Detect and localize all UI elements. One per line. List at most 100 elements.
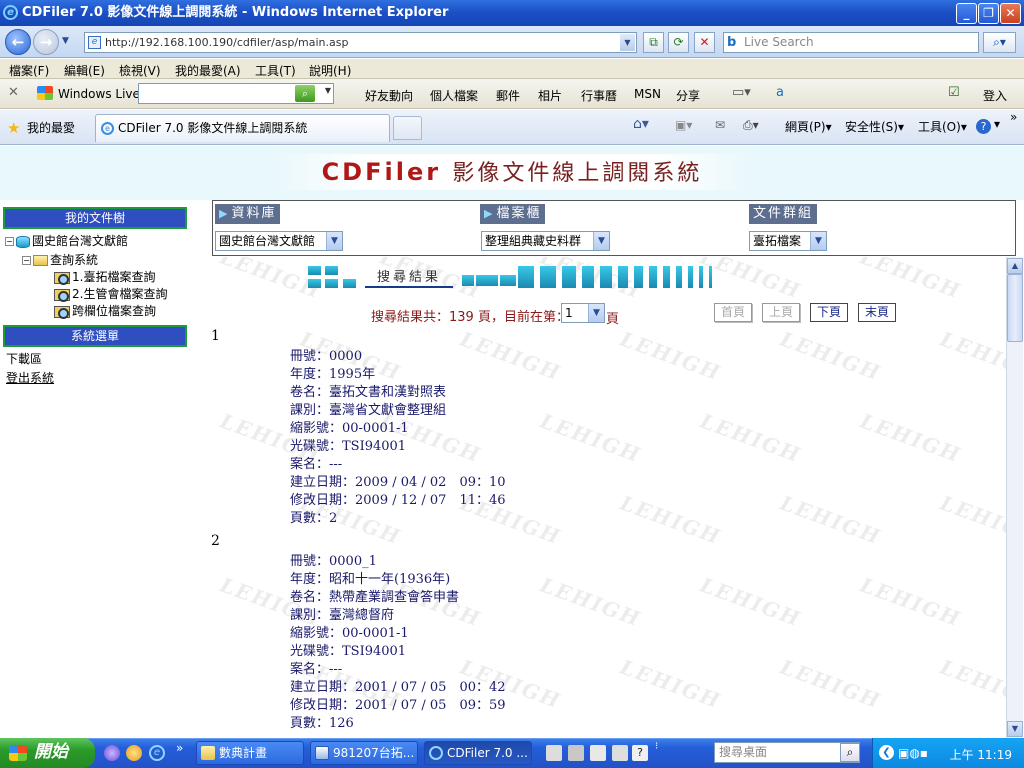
heading-decoration (308, 279, 321, 288)
tree-item-label: 2.生管會檔案查詢 (72, 287, 168, 301)
heading-decoration (582, 266, 594, 288)
menu-view[interactable]: 檢視(V) (119, 62, 161, 79)
chevron-down-icon[interactable]: ▼ (326, 232, 342, 250)
taskbar-folder[interactable]: 數典計畫 (196, 741, 304, 765)
scrollbar-thumb[interactable] (1007, 274, 1023, 342)
desktop-search-button[interactable]: ⌕ (840, 743, 860, 762)
new-tab-button[interactable] (393, 116, 422, 140)
home-icon[interactable]: ⌂▾ (633, 116, 649, 132)
live-search-input[interactable]: b Live Search (723, 32, 979, 53)
wl-translate-icon[interactable]: a (776, 85, 784, 100)
doc-group-select[interactable]: 臺拓檔案 ▼ (749, 231, 827, 251)
ie-quicklaunch-icon[interactable]: e (149, 745, 165, 761)
forward-button[interactable]: → (33, 29, 59, 55)
wl-search-input[interactable]: ⌕ ▼ (138, 83, 334, 104)
mail-icon[interactable]: ✉ (715, 118, 725, 132)
tree-item-production-committee[interactable]: 2.生管會檔案查詢 (54, 285, 167, 302)
ime-options-icon[interactable]: ⁝ (655, 741, 658, 752)
database-select[interactable]: 國史館台灣文獻館 ▼ (215, 231, 343, 251)
record-field: 修改日期：2009 / 12 / 07 11：46 (290, 493, 506, 508)
wl-calendar[interactable]: 行事曆 (581, 87, 617, 104)
restore-button[interactable]: ❐ (978, 3, 999, 24)
close-toolbar-icon[interactable]: ✕ (8, 85, 19, 100)
favorites-button[interactable]: 我的最愛 (27, 119, 75, 136)
collapse-icon[interactable]: − (5, 237, 14, 246)
page-select[interactable]: 1 ▼ (561, 303, 605, 323)
address-dropdown-icon[interactable]: ▼ (620, 34, 635, 51)
tree-root[interactable]: − 國史館台灣文獻館 (5, 232, 128, 249)
handwriting-icon[interactable] (612, 745, 628, 761)
chevron-down-icon[interactable]: ▼ (588, 304, 604, 322)
pager-info: 搜尋結果共：139 頁，目前在第： (371, 306, 569, 325)
minimize-button[interactable]: _ (956, 3, 977, 24)
back-button[interactable]: ← (5, 29, 31, 55)
next-page-button[interactable]: 下頁 (810, 303, 848, 322)
menu-favorites[interactable]: 我的最愛(A) (175, 62, 241, 79)
scroll-up-button[interactable]: ▲ (1007, 258, 1023, 274)
stop-button[interactable]: ✕ (694, 32, 715, 53)
prev-page-button[interactable]: 上頁 (762, 303, 800, 322)
cabinet-select[interactable]: 整理組典藏史料群 ▼ (481, 231, 610, 251)
help-icon[interactable]: ? (976, 119, 991, 134)
tool-icon[interactable] (590, 745, 606, 761)
close-button[interactable]: ✕ (1000, 3, 1021, 24)
msn-messenger-icon[interactable] (104, 745, 120, 761)
tray-icons[interactable]: ▣◍▪ (898, 746, 928, 760)
chevron-down-icon[interactable]: ▼ (593, 232, 609, 250)
favorites-star-icon[interactable]: ★ (7, 119, 20, 137)
download-link[interactable]: 下載區 (6, 350, 42, 367)
menu-file[interactable]: 檔案(F) (9, 62, 49, 79)
chevron-down-icon[interactable]: ▼ (810, 232, 826, 250)
record-field: 冊號：0000 (290, 349, 363, 364)
wl-friends-activity[interactable]: 好友動向 (365, 87, 413, 104)
pen-icon[interactable] (568, 745, 584, 761)
logout-link[interactable]: 登出系統 (6, 369, 54, 386)
windows-live-logo-icon (37, 86, 53, 100)
wl-search-dropdown-icon[interactable]: ▼ (325, 86, 331, 95)
heading-decoration (476, 275, 498, 286)
feeds-icon[interactable]: ▣▾ (675, 118, 692, 132)
collapse-icon[interactable]: − (22, 256, 31, 265)
last-page-button[interactable]: 末頁 (858, 303, 896, 322)
tree-item-taituo[interactable]: 1.臺拓檔案查詢 (54, 268, 155, 285)
first-page-button[interactable]: 首頁 (714, 303, 752, 322)
wl-signin[interactable]: 登入 (983, 87, 1007, 104)
wl-msn[interactable]: MSN (634, 87, 661, 101)
bing-icon: b (727, 35, 737, 50)
wl-mail[interactable]: 郵件 (496, 87, 520, 104)
compatibility-icon[interactable]: ⧉ (643, 32, 664, 53)
tools-menu[interactable]: 工具(O)▾ (918, 118, 967, 135)
recent-pages-dropdown-icon[interactable]: ▼ (62, 36, 69, 46)
taskbar-word[interactable]: 981207台拓... (310, 741, 418, 765)
wl-options-icon[interactable]: ▭▾ (732, 85, 751, 100)
media-player-icon[interactable] (126, 745, 142, 761)
address-bar[interactable]: e http://192.168.100.190/cdfiler/asp/mai… (84, 32, 637, 53)
tree-item-cross-field[interactable]: 跨欄位檔案查詢 (54, 302, 156, 319)
tray-collapse-icon[interactable]: ❮ (879, 745, 894, 760)
help-tray-icon[interactable]: ? (632, 745, 648, 761)
search-button[interactable]: ⌕▾ (983, 32, 1016, 53)
wl-share[interactable]: 分享 (676, 87, 700, 104)
wl-profile[interactable]: 個人檔案 (430, 87, 478, 104)
tree-query-node[interactable]: − 查詢系統 (22, 251, 98, 268)
more-commands-icon[interactable]: » (1010, 110, 1017, 124)
desktop-search-input[interactable]: 搜尋桌面 (714, 742, 860, 763)
page-menu[interactable]: 網頁(P)▾ (785, 118, 832, 135)
menu-edit[interactable]: 編輯(E) (64, 62, 105, 79)
keyboard-icon[interactable] (546, 745, 562, 761)
menu-tools[interactable]: 工具(T) (255, 62, 296, 79)
help-dropdown-icon[interactable]: ▾ (994, 117, 1000, 131)
start-button[interactable]: 開始 (0, 738, 95, 768)
taskbar-ie[interactable]: CDFiler 7.0 ... (424, 741, 532, 765)
print-icon[interactable]: ⎙▾ (743, 118, 759, 133)
tab-ie-icon: e (101, 122, 114, 135)
safety-menu[interactable]: 安全性(S)▾ (845, 118, 904, 135)
menu-help[interactable]: 說明(H) (309, 62, 351, 79)
wl-search-go-icon[interactable]: ⌕ (295, 85, 315, 102)
wl-photos[interactable]: 相片 (538, 87, 562, 104)
scroll-down-button[interactable]: ▼ (1007, 721, 1023, 737)
quicklaunch-more-icon[interactable]: » (176, 741, 183, 755)
tab-active[interactable]: e CDFiler 7.0 影像文件線上調閱系統 (95, 114, 390, 142)
refresh-button[interactable]: ⟳ (668, 32, 689, 53)
watermark-text: LEHIGH (777, 654, 885, 714)
